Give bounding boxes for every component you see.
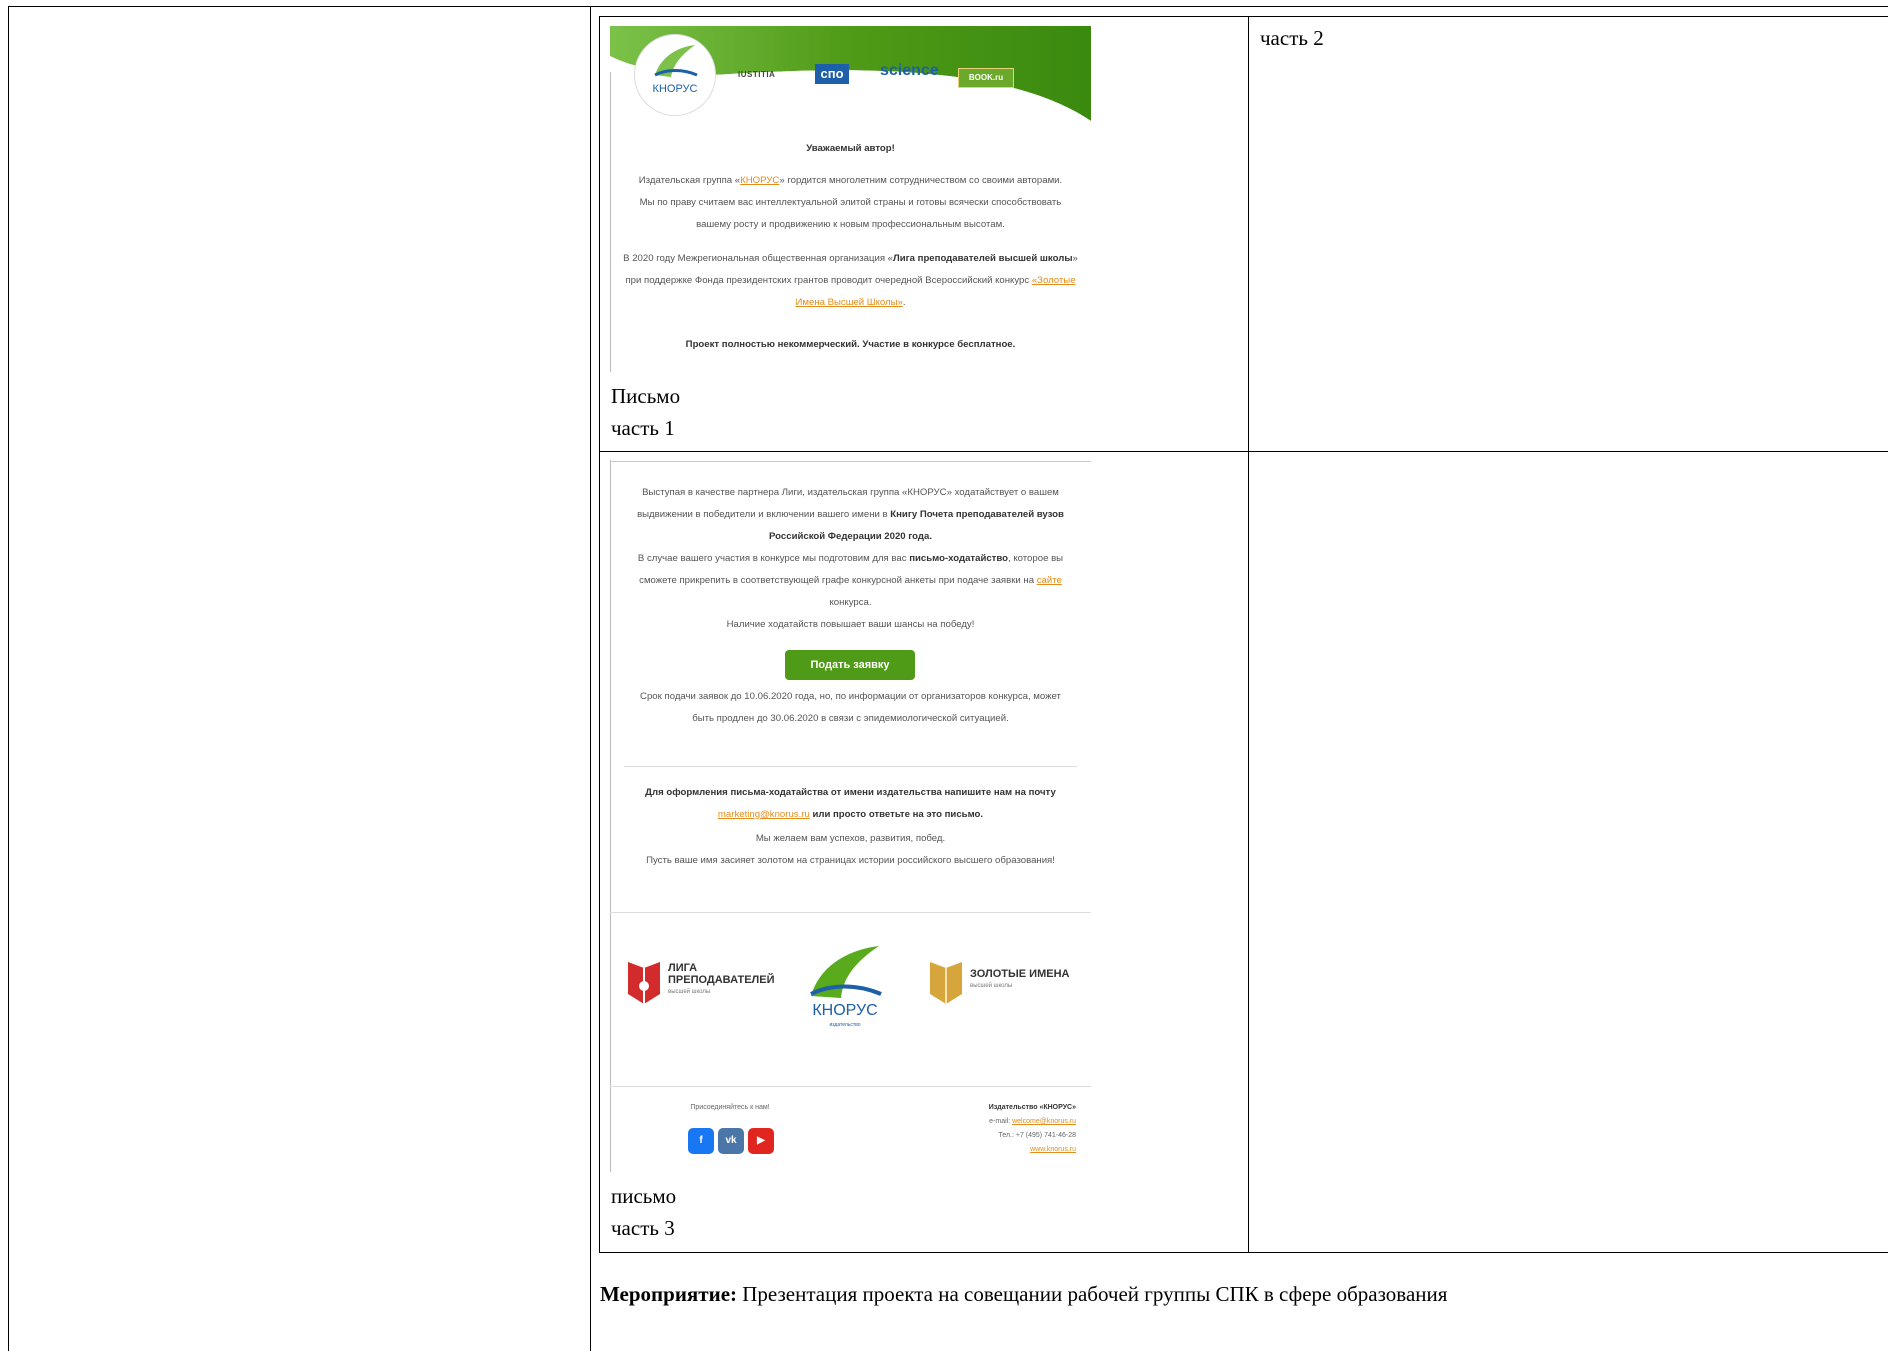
footer-company: Издательство «КНОРУС» (988, 1104, 1076, 1111)
email-paragraph-1: Издательская группа «КНОРУС» гордится мн… (638, 175, 1063, 230)
email-deadline-text: Срок подачи заявок до 10.06.2020 года, н… (640, 691, 1061, 724)
email-chances-text: Наличие ходатайств повышает ваши шансы н… (726, 619, 975, 630)
email-wishes-2: Пусть ваше имя засияет золотом на страни… (646, 855, 1055, 866)
part3-caption-subtitle: часть 3 (611, 1216, 675, 1240)
inner-table-left (599, 16, 600, 1252)
email-wishes-1: Мы желаем вам успехов, развития, побед. (755, 833, 946, 844)
bookru-logo: BOOK.ru (958, 68, 1014, 88)
site-link[interactable]: сайте (1037, 575, 1062, 586)
iustitia-logo: IUSTITIA (738, 70, 776, 79)
liga-logo: ЛИГА ПРЕПОДАВАТЕЛЕЙ высшей школы (626, 956, 776, 1016)
email-part3-image: Выступая в качестве партнера Лиги, издат… (610, 460, 1091, 1172)
inner-table-row-divider (599, 451, 1888, 452)
footer-site-link[interactable]: www.knorus.ru (870, 1146, 1076, 1153)
column-divider (590, 6, 591, 1351)
footer-email-line: e-mail: welcome@knorus.ru (989, 1118, 1076, 1125)
email-divider-1 (624, 766, 1077, 767)
left-border (8, 6, 9, 1351)
youtube-icon[interactable]: ▶ (748, 1128, 774, 1154)
email-paragraph-2: В 2020 году Межрегиональная общественная… (623, 253, 1078, 308)
email-divider-3 (610, 1086, 1091, 1087)
welcome-email-link[interactable]: welcome@knorus.ru (1012, 1118, 1076, 1125)
email-paragraph-3: Проект полностью некоммерческий. Участие… (685, 339, 1016, 350)
vk-icon[interactable]: vk (718, 1128, 744, 1154)
knorus-logo-text: КНОРУС (652, 83, 698, 95)
event-label: Мероприятие: (600, 1282, 738, 1306)
email-part1-image: КНОРУС IUSTITIA спо science BOOK.ru Уваж… (610, 26, 1091, 372)
part3-caption-title: письмо (611, 1184, 677, 1208)
inner-table-top (599, 16, 1888, 17)
knorus-center-logo: КНОРУС издательство (795, 940, 895, 1040)
golden-names-logo: ЗОЛОТЫЕ ИМЕНА высшей школы (928, 956, 1078, 1016)
part1-caption-title: Письмо (611, 384, 681, 408)
email-nomination-paragraph: Выступая в качестве партнера Лиги, издат… (637, 487, 1064, 542)
part1-caption-subtitle: часть 1 (611, 416, 675, 440)
footer-join-text: Присоединяйтесь к нам! (690, 1104, 770, 1111)
email-letter-paragraph: В случае вашего участия в конкурсе мы по… (637, 553, 1064, 608)
marketing-email-link[interactable]: marketing@knorus.ru (718, 809, 810, 820)
inner-table-mid (1248, 16, 1249, 1252)
knorus-circle-logo: КНОРУС (634, 34, 716, 116)
inner-table-bottom (599, 1252, 1888, 1253)
email-greeting: Уважаемый автор! (806, 143, 895, 154)
event-text: Презентация проекта на совещании рабочей… (737, 1282, 1448, 1306)
email-contact-paragraph: Для оформления письма-ходатайства от име… (645, 787, 1056, 820)
spo-logo: спо (815, 64, 849, 84)
email-divider-2 (610, 912, 1091, 913)
apply-button[interactable]: Подать заявку (785, 650, 915, 680)
knorus-link[interactable]: КНОРУС (740, 175, 779, 186)
top-border (8, 6, 1888, 7)
facebook-icon[interactable]: f (688, 1128, 714, 1154)
science-logo: science (880, 62, 939, 79)
event-line: Мероприятие: Презентация проекта на сове… (600, 1278, 1447, 1310)
part2-label: часть 2 (1260, 26, 1324, 50)
footer-phone: Тел.: +7 (495) 741-46-28 (998, 1132, 1076, 1139)
